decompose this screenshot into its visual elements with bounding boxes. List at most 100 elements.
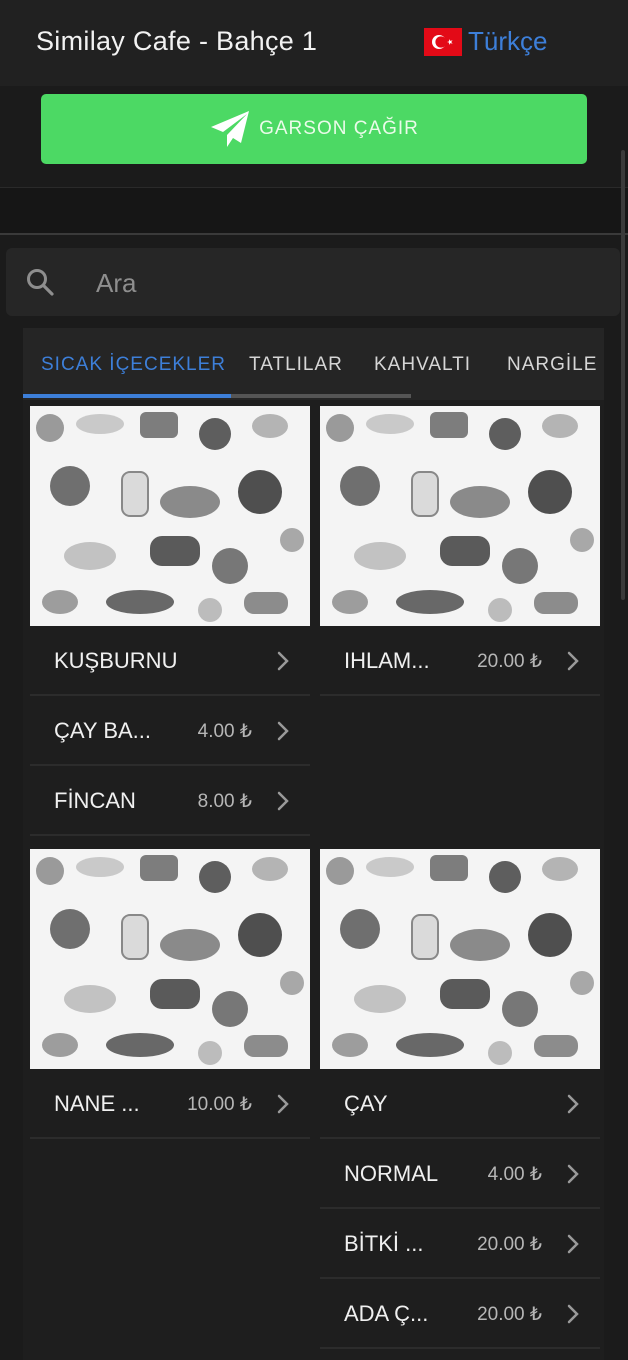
food-doodle bbox=[106, 590, 174, 614]
section-divider bbox=[0, 188, 628, 235]
food-pattern-illustration bbox=[326, 855, 594, 1065]
food-doodle bbox=[502, 548, 538, 584]
food-doodle bbox=[366, 857, 414, 877]
tab-nargile[interactable]: NARGİLE bbox=[507, 354, 597, 376]
list-item[interactable]: FİNCAN 8.00 ₺ bbox=[30, 766, 310, 836]
list-item[interactable]: ÇAY BA... 4.00 ₺ bbox=[30, 696, 310, 766]
list-item[interactable]: NORMAL 4.00 ₺ bbox=[320, 1139, 600, 1209]
food-doodle bbox=[42, 1033, 78, 1057]
food-doodle bbox=[50, 909, 90, 949]
language-label: Türkçe bbox=[468, 26, 548, 56]
call-waiter-button[interactable]: GARSON ÇAĞIR bbox=[41, 94, 587, 164]
food-doodle bbox=[528, 913, 572, 957]
category-tabs: SICAK İÇECEKLER TATLILAR KAHVALTI NARGİL… bbox=[23, 328, 604, 400]
food-doodle bbox=[244, 592, 288, 614]
item-name: BİTKİ ... bbox=[344, 1231, 424, 1256]
app-header: Similay Cafe - Bahçe 1 Türkçe bbox=[0, 0, 628, 86]
menu-card: ÇAY NORMAL 4.00 ₺ BİTKİ ... 20.00 ₺ ADA … bbox=[320, 849, 600, 1349]
item-price: 4.00 ₺ bbox=[197, 721, 252, 742]
food-doodle bbox=[280, 971, 304, 995]
food-doodle bbox=[212, 548, 248, 584]
food-doodle bbox=[36, 857, 64, 885]
food-doodle bbox=[570, 528, 594, 552]
food-pattern-illustration bbox=[326, 412, 594, 622]
food-doodle bbox=[238, 470, 282, 514]
menu-card: NANE ... 10.00 ₺ bbox=[30, 849, 310, 1139]
chevron-right-icon bbox=[277, 791, 289, 811]
list-item[interactable]: IHLAM... 20.00 ₺ bbox=[320, 626, 600, 696]
item-price: 20.00 ₺ bbox=[477, 1234, 542, 1255]
call-waiter-bar: GARSON ÇAĞIR bbox=[0, 86, 628, 188]
page-title: Similay Cafe - Bahçe 1 bbox=[36, 26, 318, 56]
item-name: NORMAL bbox=[344, 1161, 439, 1186]
item-price: 20.00 ₺ bbox=[477, 1304, 542, 1325]
food-doodle bbox=[396, 1033, 464, 1057]
food-doodle bbox=[430, 412, 468, 438]
food-doodle bbox=[440, 979, 490, 1009]
food-doodle bbox=[570, 971, 594, 995]
paper-plane-icon bbox=[211, 111, 250, 147]
food-doodle bbox=[354, 542, 406, 570]
food-doodle bbox=[528, 470, 572, 514]
item-price: 20.00 ₺ bbox=[477, 651, 542, 672]
chevron-right-icon bbox=[277, 721, 289, 741]
active-tab-indicator bbox=[23, 394, 231, 398]
chevron-right-icon bbox=[567, 1304, 579, 1324]
search-icon bbox=[27, 269, 54, 296]
food-doodle bbox=[238, 913, 282, 957]
list-item[interactable]: BİTKİ ... 20.00 ₺ bbox=[320, 1209, 600, 1279]
call-waiter-label: GARSON ÇAĞIR bbox=[259, 118, 419, 139]
language-selector[interactable]: Türkçe bbox=[424, 26, 547, 57]
food-doodle bbox=[326, 414, 354, 442]
food-doodle bbox=[36, 414, 64, 442]
chevron-right-icon bbox=[277, 1094, 289, 1114]
chevron-right-icon bbox=[277, 651, 289, 671]
food-doodle bbox=[542, 857, 578, 881]
food-doodle bbox=[121, 471, 149, 517]
tab-tatlilar[interactable]: TATLILAR bbox=[249, 354, 343, 376]
food-pattern-illustration bbox=[36, 412, 304, 622]
search-input[interactable] bbox=[96, 260, 596, 306]
list-item[interactable]: NANE ... 10.00 ₺ bbox=[30, 1069, 310, 1139]
food-doodle bbox=[534, 1035, 578, 1057]
product-image[interactable] bbox=[30, 849, 310, 1069]
food-doodle bbox=[332, 590, 368, 614]
food-doodle bbox=[411, 914, 439, 960]
product-image[interactable] bbox=[30, 406, 310, 626]
food-doodle bbox=[411, 471, 439, 517]
tab-sicak-icecekler[interactable]: SICAK İÇECEKLER bbox=[41, 354, 226, 376]
list-item[interactable]: ÇAY bbox=[320, 1069, 600, 1139]
product-image[interactable] bbox=[320, 849, 600, 1069]
food-doodle bbox=[121, 914, 149, 960]
chevron-right-icon bbox=[567, 1234, 579, 1254]
food-doodle bbox=[396, 590, 464, 614]
food-doodle bbox=[64, 985, 116, 1013]
list-item[interactable]: ADA Ç... 20.00 ₺ bbox=[320, 1279, 600, 1349]
food-doodle bbox=[64, 542, 116, 570]
food-doodle bbox=[42, 590, 78, 614]
food-doodle bbox=[326, 857, 354, 885]
food-doodle bbox=[160, 486, 220, 518]
menu-card: KUŞBURNU ÇAY BA... 4.00 ₺ FİNCAN 8.00 ₺ bbox=[30, 406, 310, 836]
item-name: ADA Ç... bbox=[344, 1301, 429, 1326]
page-scrollbar[interactable] bbox=[621, 150, 625, 600]
list-item[interactable]: KUŞBURNU bbox=[30, 626, 310, 696]
food-doodle bbox=[140, 412, 178, 438]
item-name: IHLAM... bbox=[344, 648, 430, 673]
food-doodle bbox=[76, 414, 124, 434]
food-doodle bbox=[489, 418, 521, 450]
item-name: ÇAY BA... bbox=[54, 718, 152, 743]
food-doodle bbox=[534, 592, 578, 614]
food-doodle bbox=[280, 528, 304, 552]
food-doodle bbox=[244, 1035, 288, 1057]
food-doodle bbox=[198, 1041, 222, 1065]
food-doodle bbox=[332, 1033, 368, 1057]
food-doodle bbox=[450, 486, 510, 518]
food-doodle bbox=[440, 536, 490, 566]
food-doodle bbox=[340, 909, 380, 949]
food-doodle bbox=[252, 414, 288, 438]
product-image[interactable] bbox=[320, 406, 600, 626]
food-doodle bbox=[198, 598, 222, 622]
tab-kahvalti[interactable]: KAHVALTI bbox=[374, 354, 471, 376]
food-doodle bbox=[542, 414, 578, 438]
